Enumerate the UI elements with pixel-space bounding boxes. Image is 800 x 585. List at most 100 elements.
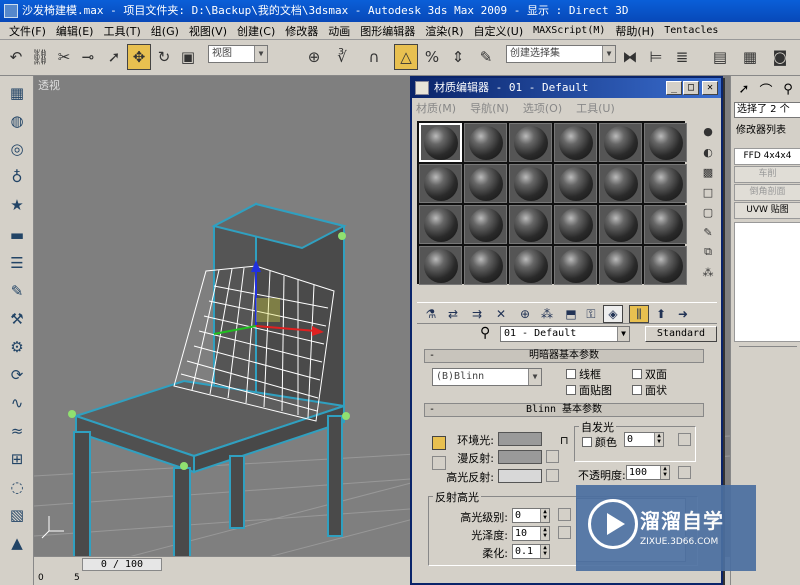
link-icon[interactable]: ⛓ [28, 44, 52, 70]
material-name-field[interactable]: 01 - Default ▼ [500, 326, 630, 342]
wireframe-checkbox[interactable]: 线框 [566, 366, 601, 382]
sample-slot[interactable] [464, 123, 507, 162]
specular-level-map-button[interactable] [558, 508, 571, 521]
maximize-button[interactable]: □ [683, 81, 699, 95]
layer-icon[interactable]: ≣ [670, 44, 694, 70]
named-selection-icon[interactable]: ✎ [474, 44, 498, 70]
glossiness-map-button[interactable] [558, 526, 571, 539]
torus-icon[interactable]: ◎ [5, 138, 29, 160]
gear-icon[interactable]: ⚙ [5, 336, 29, 358]
wave-icon[interactable]: ≈ [5, 420, 29, 442]
bend-icon[interactable]: ⟳ [5, 364, 29, 386]
diffuse-swatch[interactable] [498, 450, 542, 464]
blinn-rollout-header[interactable]: - Blinn 基本参数 [424, 403, 704, 417]
go-forward-sibling-icon[interactable]: ➜ [673, 305, 693, 323]
eyedropper-icon[interactable]: ⚲ [480, 325, 490, 341]
sample-slot[interactable] [644, 205, 687, 244]
sample-slot[interactable] [509, 246, 552, 285]
ffd-icon[interactable]: ⊞ [5, 448, 29, 470]
angle-snap-icon[interactable]: △ [394, 44, 418, 70]
sample-slot[interactable] [599, 164, 642, 203]
mirror-icon[interactable]: ⧓ [618, 44, 642, 70]
menu-help[interactable]: 帮助(H) [610, 23, 659, 39]
menu-customize[interactable]: 自定义(U) [469, 23, 529, 39]
modifier-stack-list[interactable] [734, 222, 800, 342]
select-by-material-icon[interactable]: ⁂ [699, 264, 717, 280]
bind-icon[interactable]: ⊸ [76, 44, 100, 70]
star-icon[interactable]: ★ [5, 194, 29, 216]
self-illum-color-checkbox[interactable]: 颜色 [582, 434, 617, 450]
named-selection-dropdown[interactable]: 创建选择集 ▼ [506, 45, 616, 63]
undo-icon[interactable]: ↶ [4, 44, 28, 70]
snap-3d-icon[interactable]: ∛ [330, 44, 354, 70]
soften-spinner[interactable]: 0.1 ▲ ▼ [512, 544, 550, 559]
sample-slot[interactable] [554, 123, 597, 162]
sample-slot[interactable] [509, 123, 552, 162]
cone-icon[interactable]: ▲ [5, 532, 29, 554]
modifier-uvw-map[interactable]: UVW 贴图 [734, 202, 800, 219]
video-check-icon[interactable]: ▢ [699, 204, 717, 220]
schematic-icon[interactable]: ▦ [738, 44, 762, 70]
sample-slot[interactable] [554, 246, 597, 285]
menu-options[interactable]: 选项(O) [523, 100, 562, 116]
modifier-bevel-profile[interactable]: 倒角剖面 [734, 184, 800, 201]
sample-slot[interactable] [509, 205, 552, 244]
show-end-result-icon[interactable]: ⫼ [629, 305, 649, 323]
lock-ambient-icon[interactable] [432, 436, 446, 450]
sphere-icon[interactable]: ◍ [5, 110, 29, 132]
options-icon[interactable]: ⧉ [699, 244, 717, 260]
sample-slot[interactable] [464, 164, 507, 203]
sample-slot[interactable] [554, 164, 597, 203]
assign-material-icon[interactable]: ⇉ [467, 305, 487, 323]
magnet-icon[interactable]: ∩ [362, 44, 386, 70]
hierarchy-tab-icon[interactable]: ⚲ [777, 78, 799, 100]
scale-icon[interactable]: ▣ [176, 44, 200, 70]
curve-editor-icon[interactable]: ▤ [708, 44, 732, 70]
hammer-icon[interactable]: ⚒ [5, 308, 29, 330]
material-effects-icon[interactable]: ⚿ [581, 305, 601, 323]
align-icon[interactable]: ⊨ [644, 44, 668, 70]
menu-views[interactable]: 视图(V) [184, 23, 232, 39]
create-tab-icon[interactable]: ➚ [733, 78, 755, 100]
menu-rendering[interactable]: 渲染(R) [420, 23, 468, 39]
time-slider[interactable]: 0 / 100 [82, 558, 162, 571]
sample-slot[interactable] [464, 205, 507, 244]
make-preview-icon[interactable]: ✎ [699, 224, 717, 240]
coordinate-dropdown[interactable]: 视图 ▼ [208, 45, 268, 63]
sample-slot[interactable] [419, 164, 462, 203]
sample-slot[interactable] [644, 164, 687, 203]
twist-icon[interactable]: ∿ [5, 392, 29, 414]
menu-create[interactable]: 创建(C) [232, 23, 280, 39]
make-unique-icon[interactable]: ⁂ [537, 305, 557, 323]
modifier-ffd[interactable]: FFD 4x4x4 [734, 148, 800, 165]
rotate-icon[interactable]: ↻ [152, 44, 176, 70]
copy-material-icon[interactable]: ⊕ [515, 305, 535, 323]
shader-rollout-header[interactable]: - 明暗器基本参数 [424, 349, 704, 363]
opacity-spinner[interactable]: 100 ▲ ▼ [626, 465, 670, 480]
cube-icon[interactable]: ▧ [5, 504, 29, 526]
shader-dropdown[interactable]: (B)Blinn ▼ [432, 368, 542, 386]
self-illum-map-button[interactable] [678, 433, 691, 446]
modify-tab-icon[interactable]: ⌒ [755, 78, 777, 100]
get-material-icon[interactable]: ⚗ [421, 305, 441, 323]
plane-icon[interactable]: ▬ [5, 224, 29, 246]
show-map-icon[interactable]: ◈ [603, 305, 623, 323]
spinner-snap-icon[interactable]: ⇕ [446, 44, 470, 70]
ambient-swatch[interactable] [498, 432, 542, 446]
percent-snap-icon[interactable]: % [420, 44, 444, 70]
menu-utilities[interactable]: 工具(U) [576, 100, 615, 116]
reset-icon[interactable]: ✕ [491, 305, 511, 323]
menu-file[interactable]: 文件(F) [4, 23, 51, 39]
menu-tools[interactable]: 工具(T) [98, 23, 145, 39]
backlight-icon[interactable]: ◐ [699, 144, 717, 160]
sample-slot[interactable] [599, 205, 642, 244]
lock-icon[interactable]: ⊓ [560, 434, 569, 447]
sample-slot[interactable] [644, 123, 687, 162]
sample-slot[interactable] [464, 246, 507, 285]
sample-slot[interactable] [599, 123, 642, 162]
sample-type-icon[interactable]: ● [699, 123, 717, 139]
menu-group[interactable]: 组(G) [146, 23, 184, 39]
uv-tiling-icon[interactable]: □ [699, 184, 717, 200]
material-editor-icon[interactable]: ◙ [768, 44, 792, 70]
pivot-icon[interactable]: ⊕ [302, 44, 326, 70]
